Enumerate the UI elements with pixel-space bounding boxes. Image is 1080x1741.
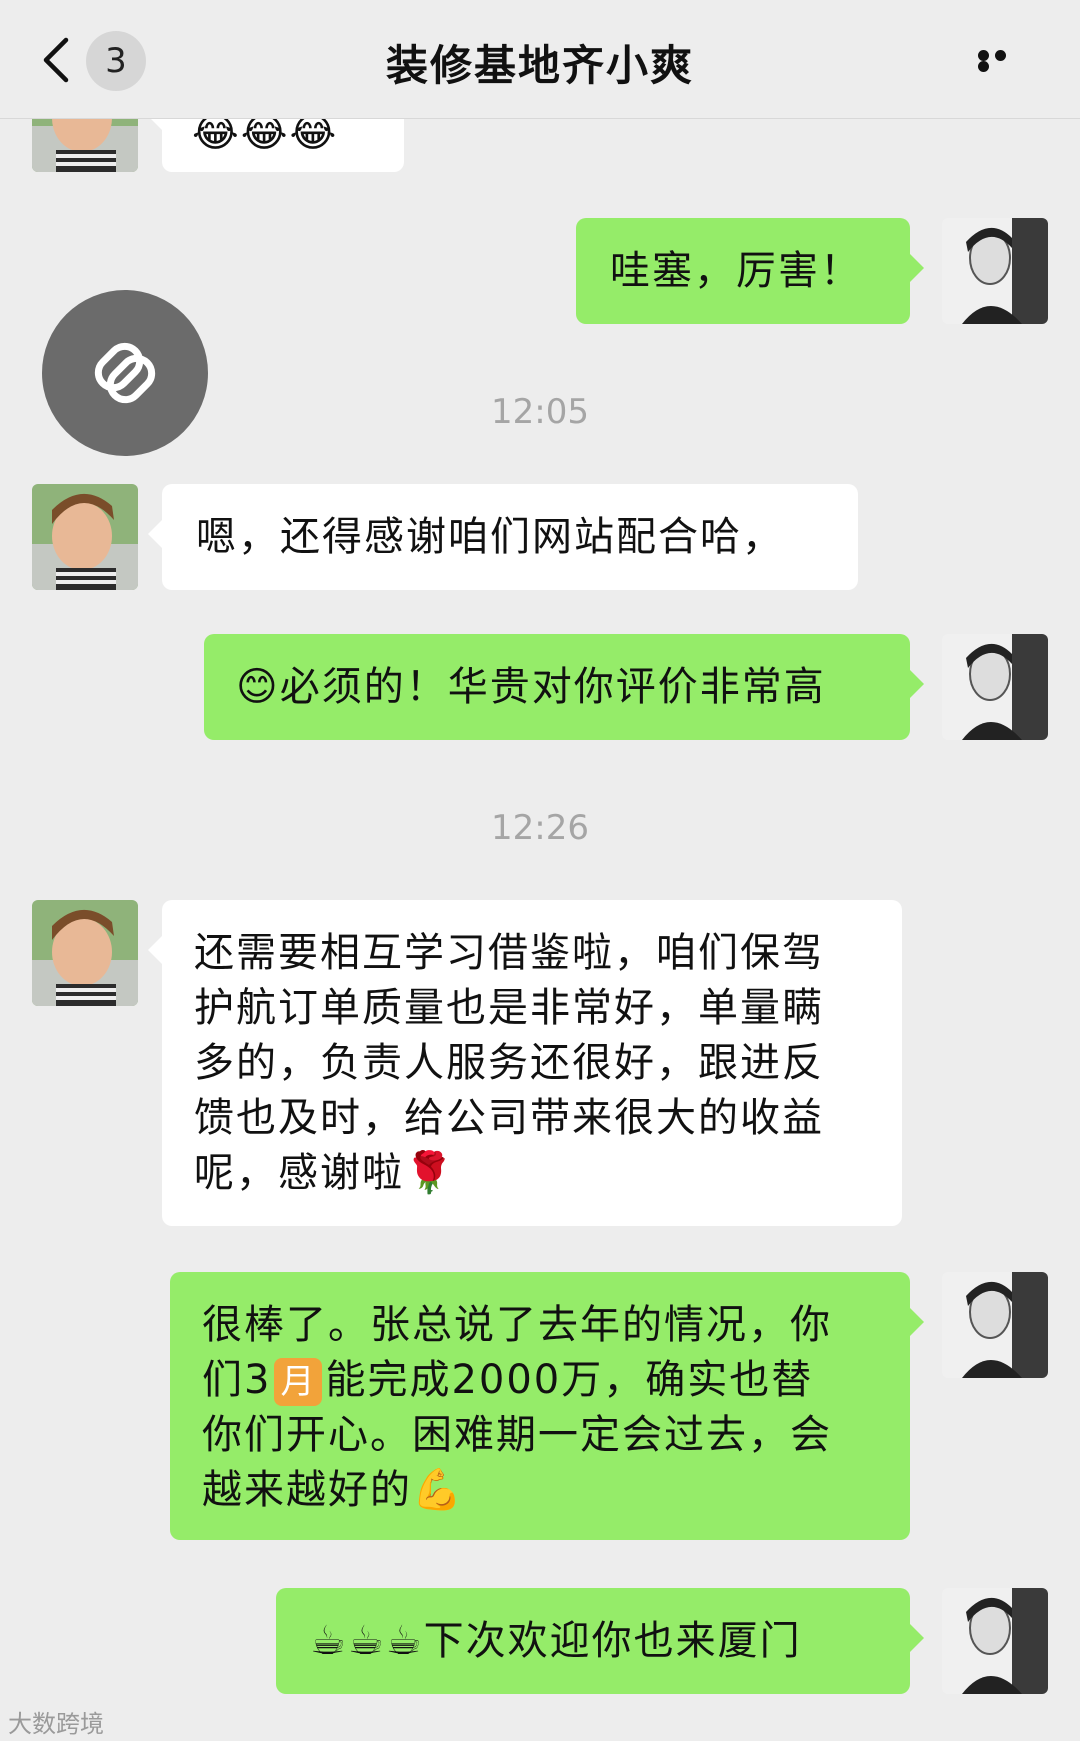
message-bubble[interactable]: 嗯，还得感谢咱们网站配合哈，	[148, 484, 858, 590]
message-bubble[interactable]: 哇塞，厉害！	[576, 218, 924, 324]
timestamp: 12:05	[491, 392, 589, 432]
message-line: 能完成2000万，确实也替	[325, 1357, 814, 1403]
message-line: 越来越好的	[202, 1467, 412, 1513]
my-avatar[interactable]	[942, 634, 1048, 740]
message-line: 馈也及时，给公司带来很大的收益	[194, 1095, 824, 1141]
message-line: 还需要相互学习借鉴啦，咱们保驾	[194, 930, 824, 976]
message-line: 护航订单质量也是非常好，单量瞒	[194, 985, 824, 1031]
flexed-biceps-emoji: 💪	[412, 1467, 464, 1513]
timestamp: 12:26	[491, 808, 589, 848]
month-icon: 月	[274, 1358, 323, 1406]
rose-emoji: 🌹	[404, 1150, 456, 1196]
my-avatar[interactable]	[942, 218, 1048, 324]
back-arrow-icon[interactable]	[38, 36, 78, 84]
message-line: 们3	[202, 1357, 272, 1403]
watermark: 大数跨境	[8, 1710, 104, 1738]
more-options-icon[interactable]	[978, 50, 1028, 72]
unread-count-badge[interactable]: 3	[86, 31, 146, 91]
message-text: 下次欢迎你也来厦门	[423, 1618, 802, 1664]
message-bubble[interactable]: 很棒了。张总说了去年的情况，你 们3 月能完成2000万，确实也替 你们开心。困难…	[170, 1272, 924, 1540]
message-bubble[interactable]: 还需要相互学习借鉴啦，咱们保驾 护航订单质量也是非常好，单量瞒 多的，负责人服务…	[148, 900, 902, 1226]
my-avatar[interactable]	[942, 1272, 1048, 1378]
message-line: 你们开心。困难期一定会过去，会	[202, 1412, 832, 1458]
contact-avatar[interactable]	[32, 900, 138, 1006]
message-text: 嗯，还得感谢咱们网站配合哈，	[196, 514, 784, 560]
chat-header: 3 装修基地齐小爽	[0, 0, 1080, 119]
smiling-emoji: 😊	[236, 664, 280, 710]
contact-avatar[interactable]	[32, 484, 138, 590]
message-line: 多的，负责人服务还很好，跟进反	[194, 1040, 824, 1086]
message-bubble[interactable]: ☕☕☕下次欢迎你也来厦门	[276, 1588, 924, 1694]
message-bubble[interactable]: 😊必须的！华贵对你评价非常高	[204, 634, 924, 740]
my-avatar[interactable]	[942, 1588, 1048, 1694]
message-text: 哇塞，厉害！	[610, 248, 862, 294]
chat-title: 装修基地齐小爽	[385, 41, 694, 90]
message-line: 呢，感谢啦	[194, 1150, 404, 1196]
coffee-emoji: ☕☕☕	[310, 1618, 424, 1664]
message-text: 必须的！华贵对你评价非常高	[279, 664, 826, 710]
message-line: 很棒了。张总说了去年的情况，你	[202, 1302, 832, 1348]
